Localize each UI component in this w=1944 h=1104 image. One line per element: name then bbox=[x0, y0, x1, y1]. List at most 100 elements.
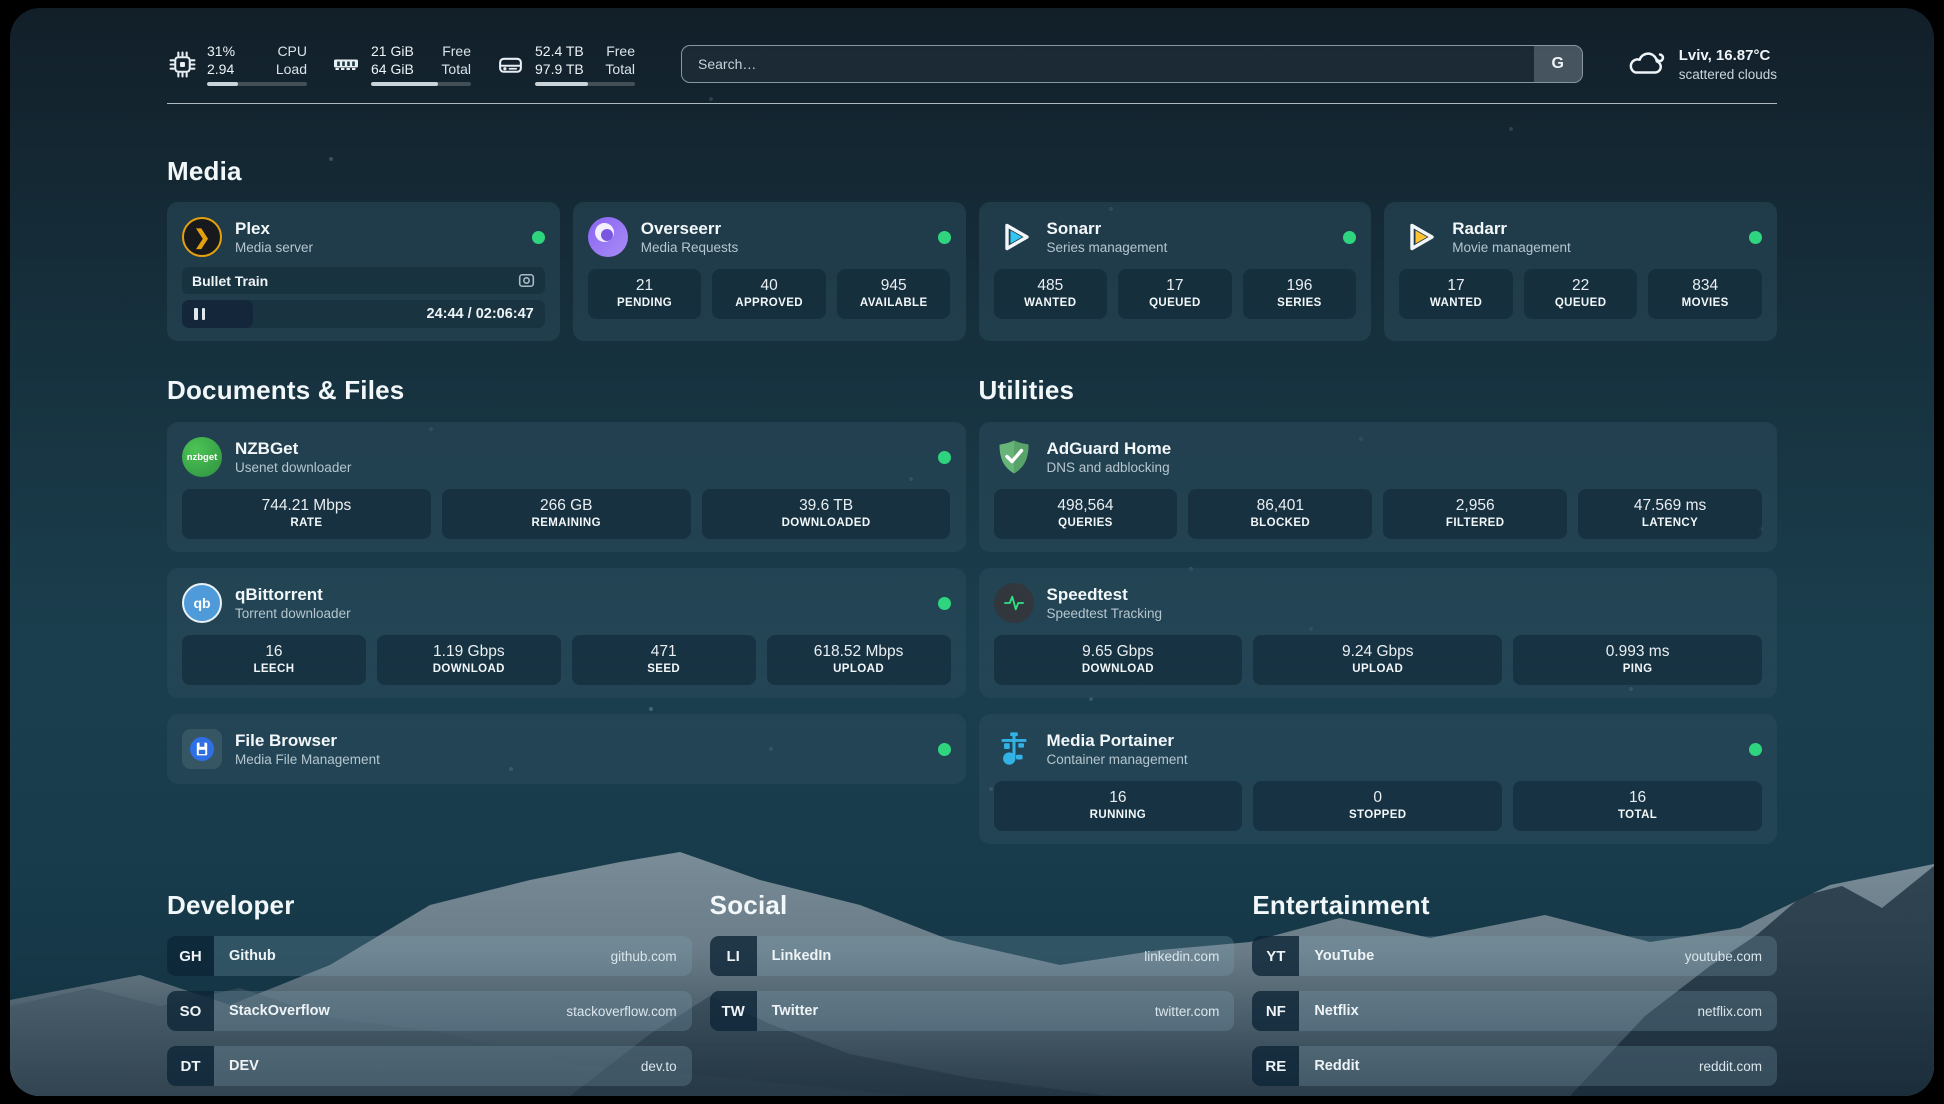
bookmark-name: Reddit bbox=[1314, 1058, 1359, 1074]
app-subtitle: Movie management bbox=[1452, 239, 1571, 257]
stat-value: 498,564 bbox=[998, 496, 1174, 516]
radarr-header: Radarr Movie management bbox=[1399, 215, 1762, 259]
card-qbittorrent[interactable]: qb qBittorrent Torrent downloader 16 LEE… bbox=[167, 568, 966, 698]
sonarr-header: Sonarr Series management bbox=[994, 215, 1357, 259]
bookmark-twitter[interactable]: TW Twitter twitter.com bbox=[710, 991, 1235, 1031]
bookmark-group-developer: Developer GH Github github.com SO StackO… bbox=[167, 890, 692, 1086]
bookmark-body: Github github.com bbox=[214, 936, 692, 976]
stat-ping: 0.993 ms PING bbox=[1513, 635, 1762, 685]
app-name: NZBGet bbox=[235, 438, 351, 459]
pause-icon bbox=[194, 308, 205, 320]
card-adguard[interactable]: AdGuard Home DNS and adblocking 498,564 … bbox=[979, 422, 1778, 552]
stat-series: 196 SERIES bbox=[1243, 269, 1357, 319]
status-dot-online bbox=[532, 231, 545, 244]
cpu-progress-fill bbox=[207, 82, 238, 86]
bookmark-stackoverflow[interactable]: SO StackOverflow stackoverflow.com bbox=[167, 991, 692, 1031]
memory-free-value: 21 GiB bbox=[371, 42, 414, 60]
bookmark-linkedin[interactable]: LI LinkedIn linkedin.com bbox=[710, 936, 1235, 976]
bookmark-abbr: GH bbox=[167, 936, 214, 976]
now-playing-title: Bullet Train bbox=[192, 273, 268, 289]
disk-total-value: 97.9 TB bbox=[535, 60, 584, 78]
speedtest-stats: 9.65 Gbps DOWNLOAD 9.24 Gbps UPLOAD 0.99… bbox=[994, 635, 1763, 685]
stat-label: WANTED bbox=[998, 296, 1104, 311]
stat-label: PING bbox=[1517, 662, 1758, 677]
weather-location-temp: Lviv, 16.87°C bbox=[1679, 46, 1777, 66]
card-portainer[interactable]: Media Portainer Container management 16 … bbox=[979, 714, 1778, 844]
utilities-column: Utilities AdGuard Home DNS and bbox=[979, 341, 1778, 844]
cast-icon bbox=[518, 272, 535, 289]
bookmark-youtube[interactable]: YT YouTube youtube.com bbox=[1252, 936, 1777, 976]
app-name: qBittorrent bbox=[235, 584, 351, 605]
memory-resource-widget: 21 GiB Free 64 GiB Total bbox=[331, 42, 471, 86]
plex-progress-played bbox=[182, 300, 253, 328]
bookmark-reddit[interactable]: RE Reddit reddit.com bbox=[1252, 1046, 1777, 1086]
stat-stopped: 0 STOPPED bbox=[1253, 781, 1502, 831]
app-subtitle: Media server bbox=[235, 239, 313, 257]
stat-label: APPROVED bbox=[716, 296, 822, 311]
sonarr-titles: Sonarr Series management bbox=[1047, 218, 1168, 257]
adguard-icon bbox=[994, 437, 1034, 477]
search-input[interactable] bbox=[682, 46, 1534, 82]
bookmark-body: StackOverflow stackoverflow.com bbox=[214, 991, 692, 1031]
adguard-stats: 498,564 QUERIES 86,401 BLOCKED 2,956 FIL… bbox=[994, 489, 1763, 539]
bookmark-body: Reddit reddit.com bbox=[1299, 1046, 1777, 1086]
app-name: AdGuard Home bbox=[1047, 438, 1172, 459]
overseerr-icon bbox=[588, 217, 628, 257]
app-name: Speedtest bbox=[1047, 584, 1163, 605]
app-subtitle: Torrent downloader bbox=[235, 605, 351, 623]
stat-value: 40 bbox=[716, 276, 822, 296]
stat-value: 22 bbox=[1528, 276, 1634, 296]
card-overseerr[interactable]: Overseerr Media Requests 21 PENDING 40 A… bbox=[573, 202, 966, 341]
cpu-load-value: 2.94 bbox=[207, 60, 234, 78]
card-sonarr[interactable]: Sonarr Series management 485 WANTED 17 Q… bbox=[979, 202, 1372, 341]
stat-label: SEED bbox=[576, 662, 752, 677]
app-name: Plex bbox=[235, 218, 313, 239]
bookmark-body: Twitter twitter.com bbox=[757, 991, 1235, 1031]
bookmark-abbr: YT bbox=[1252, 936, 1299, 976]
bookmark-abbr: DT bbox=[167, 1046, 214, 1086]
qbittorrent-titles: qBittorrent Torrent downloader bbox=[235, 584, 351, 623]
card-filebrowser[interactable]: File Browser Media File Management bbox=[167, 714, 966, 784]
card-plex[interactable]: ❯ Plex Media server Bullet Train bbox=[167, 202, 560, 341]
stat-value: 945 bbox=[841, 276, 947, 296]
stat-label: MOVIES bbox=[1652, 296, 1758, 311]
stat-value: 196 bbox=[1247, 276, 1353, 296]
disk-resource-widget: 52.4 TB Free 97.9 TB Total bbox=[495, 42, 635, 86]
bookmark-group-social: Social LI LinkedIn linkedin.com TW Twitt… bbox=[710, 890, 1235, 1086]
stat-label: QUEUED bbox=[1122, 296, 1228, 311]
bookmark-body: YouTube youtube.com bbox=[1299, 936, 1777, 976]
bookmark-name: StackOverflow bbox=[229, 1003, 330, 1019]
bookmark-dev[interactable]: DT DEV dev.to bbox=[167, 1046, 692, 1086]
plex-progress-time: 24:44 / 02:06:47 bbox=[427, 306, 545, 322]
stat-label: UPLOAD bbox=[771, 662, 947, 677]
bookmark-body: LinkedIn linkedin.com bbox=[757, 936, 1235, 976]
card-speedtest[interactable]: Speedtest Speedtest Tracking 9.65 Gbps D… bbox=[979, 568, 1778, 698]
app-subtitle: Speedtest Tracking bbox=[1047, 605, 1163, 623]
qbittorrent-header: qb qBittorrent Torrent downloader bbox=[182, 581, 951, 625]
status-dot-online bbox=[938, 231, 951, 244]
stat-running: 16 RUNNING bbox=[994, 781, 1243, 831]
app-name: File Browser bbox=[235, 730, 380, 751]
search-provider-button[interactable]: G bbox=[1534, 46, 1582, 82]
stat-value: 1.19 Gbps bbox=[381, 642, 557, 662]
bookmark-netflix[interactable]: NF Netflix netflix.com bbox=[1252, 991, 1777, 1031]
weather-widget: Lviv, 16.87°C scattered clouds bbox=[1625, 44, 1777, 85]
app-name: Radarr bbox=[1452, 218, 1571, 239]
stat-value: 834 bbox=[1652, 276, 1758, 296]
bookmark-github[interactable]: GH Github github.com bbox=[167, 936, 692, 976]
stat-label: QUEUED bbox=[1528, 296, 1634, 311]
stat-upload: 9.24 Gbps UPLOAD bbox=[1253, 635, 1502, 685]
card-nzbget[interactable]: nzbget NZBGet Usenet downloader 744.21 M… bbox=[167, 422, 966, 552]
stat-value: 39.6 TB bbox=[706, 496, 947, 516]
section-title-media: Media bbox=[167, 156, 1777, 187]
disk-progress-track bbox=[535, 82, 635, 86]
stat-label: AVAILABLE bbox=[841, 296, 947, 311]
card-radarr[interactable]: Radarr Movie management 17 WANTED 22 QUE… bbox=[1384, 202, 1777, 341]
portainer-header: Media Portainer Container management bbox=[994, 727, 1763, 771]
bookmark-url: dev.to bbox=[641, 1059, 677, 1074]
portainer-stats: 16 RUNNING 0 STOPPED 16 TOTAL bbox=[994, 781, 1763, 831]
stat-filtered: 2,956 FILTERED bbox=[1383, 489, 1567, 539]
disk-icon bbox=[495, 51, 525, 78]
memory-total-value: 64 GiB bbox=[371, 60, 414, 78]
nzbget-header: nzbget NZBGet Usenet downloader bbox=[182, 435, 951, 479]
